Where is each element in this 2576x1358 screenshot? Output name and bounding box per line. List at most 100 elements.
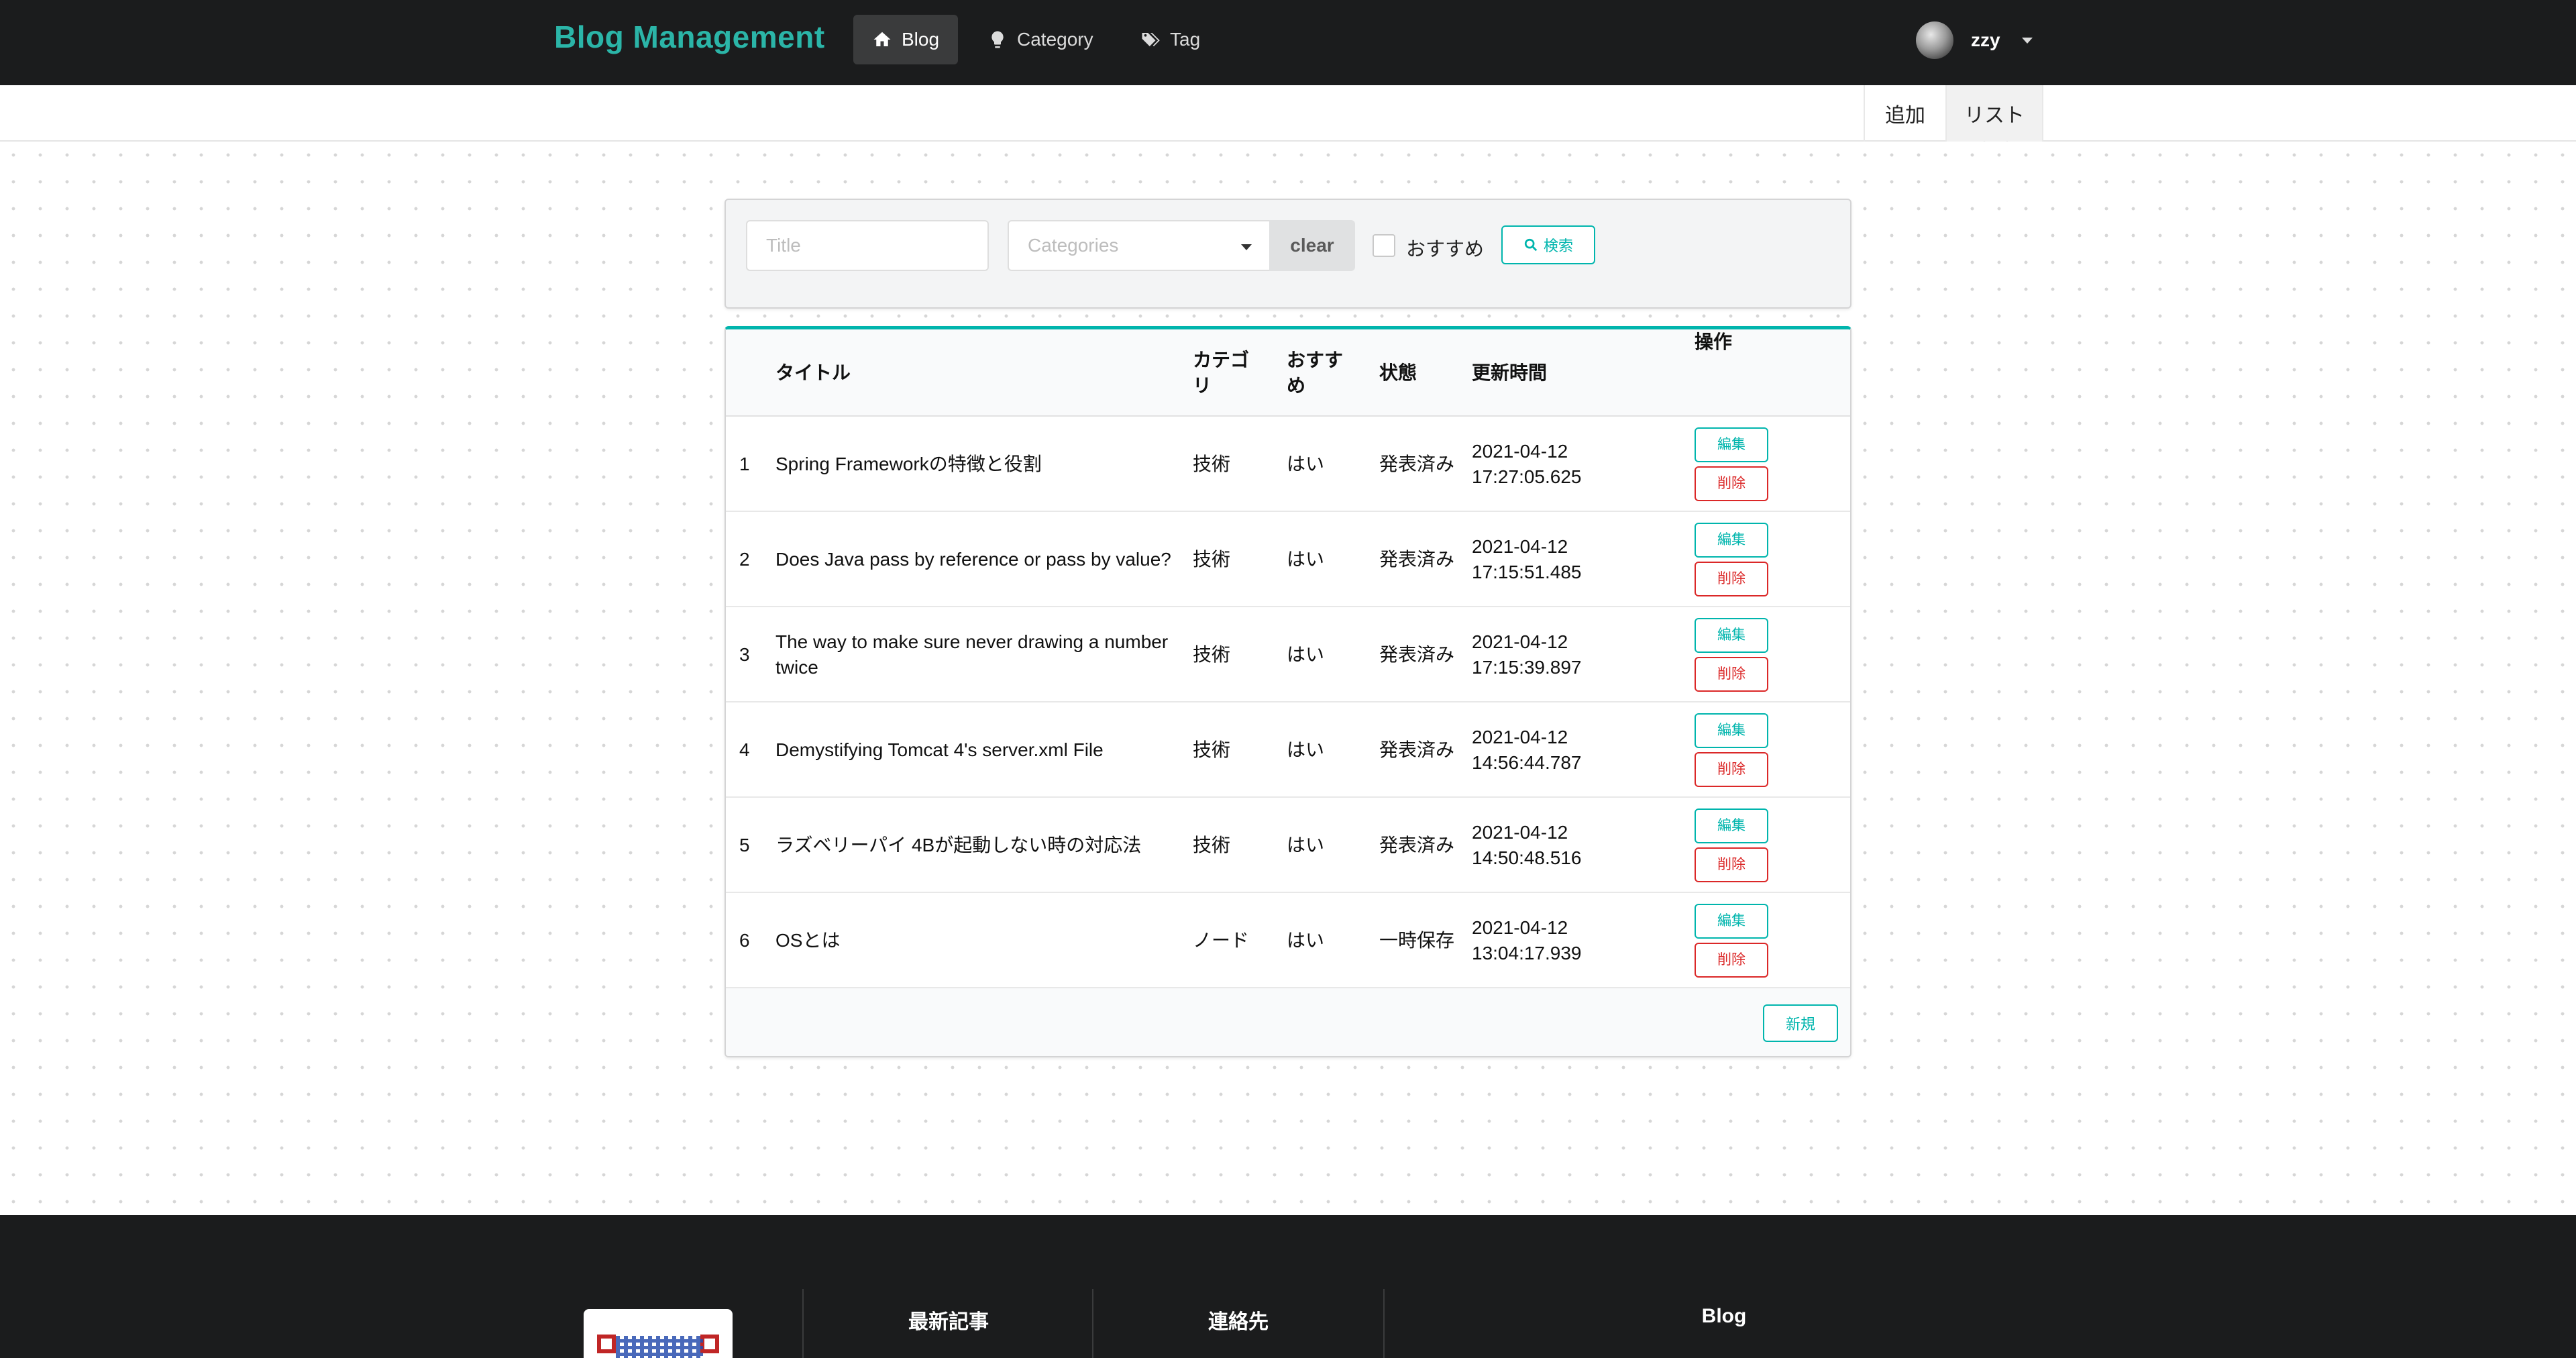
site-footer: 最新記事 連絡先 Blog	[0, 1215, 2576, 1358]
edit-button[interactable]: 編集	[1695, 523, 1768, 558]
user-menu[interactable]: zzy	[1916, 20, 2033, 60]
category-select[interactable]: Categories	[1008, 220, 1271, 271]
search-icon	[1524, 238, 1538, 252]
header-ops: 操作	[1695, 331, 1733, 352]
row-number: 5	[739, 835, 750, 855]
footer-divider	[1092, 1289, 1093, 1358]
search-button[interactable]: 検索	[1501, 225, 1595, 264]
home-icon	[873, 32, 891, 46]
qr-pattern	[616, 1336, 703, 1358]
table-row: 3 The way to make sure never drawing a nu…	[726, 607, 1850, 702]
tags-icon	[1142, 33, 1160, 46]
row-title: ラズベリーパイ 4Bが起動しない時の対応法	[775, 835, 1142, 855]
nav-item-blog-label: Blog	[902, 29, 940, 50]
edit-button[interactable]: 編集	[1695, 427, 1768, 462]
nav-item-tag-label: Tag	[1170, 29, 1201, 50]
chevron-down-icon	[2021, 37, 2033, 44]
row-title: Does Java pass by reference or pass by v…	[775, 549, 1171, 570]
row-status: 発表済み	[1379, 454, 1455, 474]
row-number: 4	[739, 739, 750, 760]
user-name: zzy	[1971, 30, 2000, 50]
qr-finder-left	[597, 1335, 616, 1353]
delete-button[interactable]: 削除	[1695, 657, 1768, 692]
row-title: The way to make sure never drawing a num…	[775, 631, 1169, 678]
row-actions: 編集 削除	[1695, 607, 1795, 702]
search-form: Categories clear おすすめ 検索	[724, 199, 1851, 309]
title-search-input[interactable]	[746, 220, 989, 271]
row-title: OSとは	[775, 930, 841, 951]
new-blog-button[interactable]: 新規	[1763, 1004, 1838, 1042]
row-updated: 2021-04-12 13:04:17.939	[1472, 917, 1582, 963]
delete-button[interactable]: 削除	[1695, 562, 1768, 596]
dropdown-icon	[1241, 244, 1252, 250]
row-category: 技術	[1193, 835, 1231, 855]
row-status: 発表済み	[1379, 739, 1455, 760]
row-actions: 編集 削除	[1695, 702, 1795, 798]
header-updated: 更新時間	[1472, 362, 1548, 383]
delete-button[interactable]: 削除	[1695, 847, 1768, 882]
row-title: Demystifying Tomcat 4's server.xml File	[775, 739, 1104, 760]
delete-button[interactable]: 削除	[1695, 466, 1768, 501]
row-number: 6	[739, 930, 750, 951]
clear-button[interactable]: clear	[1269, 220, 1355, 271]
row-actions: 編集 削除	[1695, 417, 1795, 512]
edit-button[interactable]: 編集	[1695, 808, 1768, 843]
recommend-checkbox[interactable]	[1373, 234, 1395, 257]
table-row: 4 Demystifying Tomcat 4's server.xml File…	[726, 702, 1850, 798]
nav-item-blog[interactable]: Blog	[853, 15, 959, 64]
delete-button[interactable]: 削除	[1695, 752, 1768, 787]
nav-item-tag[interactable]: Tag	[1122, 15, 1219, 64]
nav-item-category[interactable]: Category	[969, 15, 1112, 64]
row-category: 技術	[1193, 549, 1231, 570]
row-status: 発表済み	[1379, 644, 1455, 665]
row-category: 技術	[1193, 644, 1231, 665]
delete-button[interactable]: 削除	[1695, 943, 1768, 978]
row-number: 1	[739, 454, 750, 474]
row-title: Spring Frameworkの特徴と役割	[775, 454, 1042, 474]
row-status: 発表済み	[1379, 549, 1455, 570]
submenu-add[interactable]: 追加	[1864, 85, 1945, 142]
table-row: 6 OSとは ノード はい 一時保存 2021-04-12 13:04:17.939 編集削…	[726, 893, 1850, 988]
table-row: 5 ラズベリーパイ 4Bが起動しない時の対応法 技術 はい 発表済み 2021-04-12…	[726, 798, 1850, 893]
row-updated: 2021-04-12 17:15:39.897	[1472, 631, 1582, 678]
row-recommend: はい	[1287, 644, 1325, 665]
edit-button[interactable]: 編集	[1695, 618, 1768, 653]
row-updated: 2021-04-12 14:50:48.516	[1472, 822, 1582, 868]
row-updated: 2021-04-12 17:27:05.625	[1472, 441, 1582, 487]
row-status: 一時保存	[1379, 930, 1455, 951]
brand-logo[interactable]: Blog Management	[554, 19, 825, 55]
table-row: 1 Spring Frameworkの特徴と役割 技術 はい 発表済み 2021-04-1…	[726, 417, 1850, 512]
recommend-checkbox-label: おすすめ	[1406, 239, 1485, 260]
footer-divider	[802, 1289, 804, 1358]
row-updated: 2021-04-12 17:15:51.485	[1472, 536, 1582, 582]
row-recommend: はい	[1287, 835, 1325, 855]
row-status: 発表済み	[1379, 835, 1455, 855]
qr-finder-right	[700, 1335, 719, 1353]
header-status: 状態	[1379, 362, 1417, 383]
blog-table: タイトル カテゴリ おすすめ 状態 更新時間 操作 1 Spring Framew…	[724, 326, 1851, 1057]
table-row: 2 Does Java pass by reference or pass by …	[726, 512, 1850, 607]
row-number: 2	[739, 549, 750, 570]
row-updated: 2021-04-12 14:56:44.787	[1472, 727, 1582, 773]
row-recommend: はい	[1287, 930, 1325, 951]
header-title: タイトル	[775, 362, 851, 383]
footer-latest-heading: 最新記事	[908, 1311, 989, 1333]
table-footer: 新規	[726, 988, 1850, 1056]
sub-menu: 追加 リスト	[0, 85, 2576, 142]
footer-contact-heading: 連絡先	[1208, 1311, 1269, 1333]
search-button-label: 検索	[1543, 238, 1573, 254]
row-actions: 編集 削除	[1695, 512, 1795, 607]
row-category: ノード	[1193, 930, 1250, 951]
table-header: タイトル カテゴリ おすすめ 状態 更新時間 操作	[726, 329, 1850, 417]
lightbulb-icon	[991, 31, 1004, 48]
edit-button[interactable]: 編集	[1695, 713, 1768, 748]
edit-button[interactable]: 編集	[1695, 904, 1768, 939]
row-category: 技術	[1193, 739, 1231, 760]
header-category: カテゴリ	[1193, 350, 1250, 396]
row-number: 3	[739, 644, 750, 665]
row-recommend: はい	[1287, 739, 1325, 760]
row-actions: 編集 削除	[1695, 893, 1795, 988]
header-recommend: おすすめ	[1287, 350, 1344, 396]
row-recommend: はい	[1287, 549, 1325, 570]
submenu-list[interactable]: リスト	[1945, 85, 2043, 142]
